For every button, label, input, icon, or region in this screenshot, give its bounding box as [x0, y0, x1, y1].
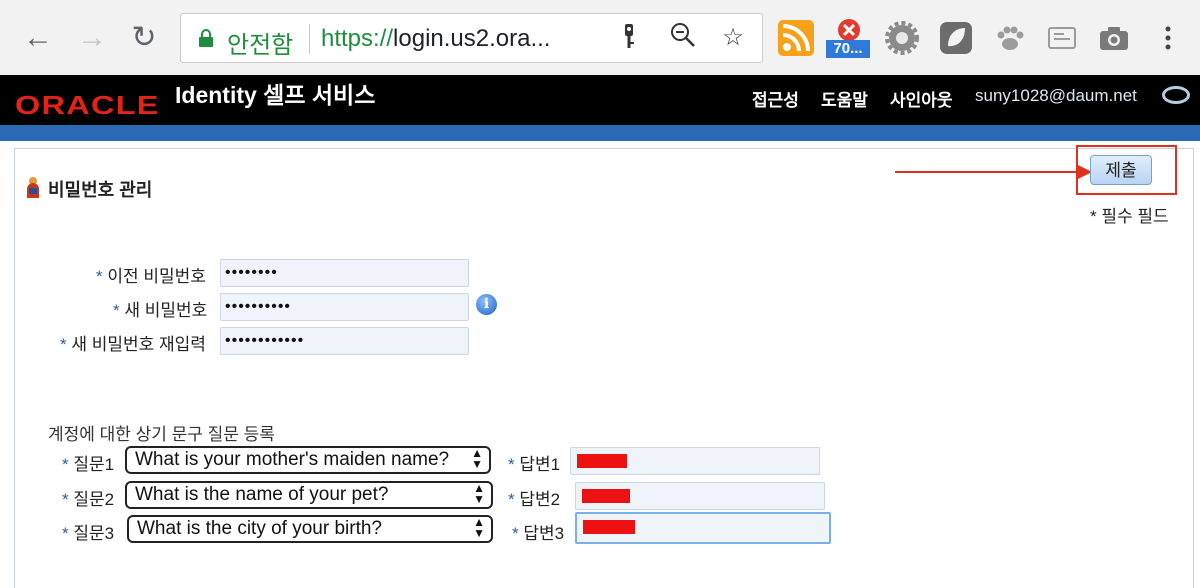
back-arrow-icon[interactable]: ← — [20, 18, 56, 58]
old-password-label: * 이전 비밀번호 — [96, 267, 206, 286]
forward-arrow-icon[interactable]: → — [74, 18, 110, 58]
key-icon[interactable] — [613, 22, 645, 54]
paw-icon[interactable] — [992, 20, 1028, 56]
question-label: * 질문2 — [62, 490, 115, 509]
question-label: * 질문1 — [62, 455, 115, 474]
accessibility-link[interactable]: 접근성 — [752, 86, 799, 111]
reader-extension-icon[interactable] — [1044, 20, 1080, 56]
redaction-mark — [577, 454, 627, 468]
user-icon — [27, 177, 39, 198]
zoom-out-icon[interactable] — [667, 22, 699, 54]
oracle-logo: ORACLE — [15, 90, 160, 120]
app-title: Identity 셀프 서비스 — [175, 82, 376, 108]
confirm-password-input[interactable]: •••••••••••• — [220, 327, 469, 355]
challenge-heading: 계정에 대한 상기 문구 질문 등록 — [48, 425, 275, 444]
camera-icon[interactable] — [1096, 20, 1132, 56]
required-fields-note: * 필수 필드 — [1090, 207, 1169, 226]
user-email: suny1028@daum.net — [975, 86, 1137, 105]
help-link[interactable]: 도움말 — [821, 86, 868, 111]
header-stripe — [0, 125, 1200, 141]
sign-out-link[interactable]: 사인아웃 — [890, 86, 953, 111]
question-label: * 질문3 — [62, 524, 115, 543]
redaction-mark — [582, 489, 630, 503]
browser-toolbar: ← → ↻ 안전함 https://login.us2.ora... ☆ 70.… — [0, 0, 1200, 76]
answer-input[interactable] — [570, 447, 820, 475]
url-text[interactable]: https://login.us2.ora... — [321, 25, 550, 53]
gear-icon[interactable] — [884, 20, 920, 56]
redaction-mark — [583, 520, 635, 534]
alert-x-icon — [838, 19, 860, 41]
answer-label: * 답변3 — [512, 524, 565, 543]
question-select[interactable]: What is your mother's maiden name? ▲ ▼ — [125, 446, 491, 474]
old-password-input[interactable]: •••••••• — [220, 259, 469, 287]
question-select[interactable]: What is the city of your birth? ▲ ▼ — [127, 515, 493, 543]
confirm-password-label: * 새 비밀번호 재입력 — [60, 335, 206, 354]
secure-label: 안전함 — [227, 32, 294, 59]
reload-icon[interactable]: ↻ — [126, 18, 162, 58]
lock-icon — [199, 29, 213, 47]
menu-kebab-icon[interactable] — [1150, 20, 1186, 56]
shield-extension-icon[interactable] — [938, 20, 974, 56]
chevron-updown-icon: ▲ ▼ — [473, 515, 485, 540]
notification-badge: 70... — [826, 40, 870, 58]
answer-label: * 답변2 — [508, 490, 561, 509]
chevron-updown-icon: ▲ ▼ — [473, 481, 485, 506]
answer-input[interactable] — [575, 482, 825, 510]
oracle-rings-icon — [1162, 86, 1190, 104]
chevron-updown-icon: ▲ ▼ — [471, 446, 483, 471]
question-select[interactable]: What is the name of your pet? ▲ ▼ — [125, 481, 493, 509]
submit-button[interactable]: 제출 — [1090, 155, 1152, 185]
rss-icon[interactable] — [778, 20, 814, 56]
answer-input[interactable] — [575, 512, 831, 544]
page-title: 비밀번호 관리 — [48, 180, 153, 200]
annotation-arrow-line — [895, 171, 1078, 173]
new-password-label: * 새 비밀번호 — [113, 301, 208, 320]
address-bar[interactable]: 안전함 https://login.us2.ora... ☆ — [180, 13, 763, 63]
new-password-input[interactable]: •••••••••• — [220, 293, 469, 321]
answer-label: * 답변1 — [508, 455, 561, 474]
url-separator — [309, 24, 310, 54]
notification-extension-icon[interactable]: 70... — [826, 18, 872, 60]
info-icon[interactable]: i — [476, 294, 497, 315]
bookmark-star-icon[interactable]: ☆ — [717, 22, 749, 54]
